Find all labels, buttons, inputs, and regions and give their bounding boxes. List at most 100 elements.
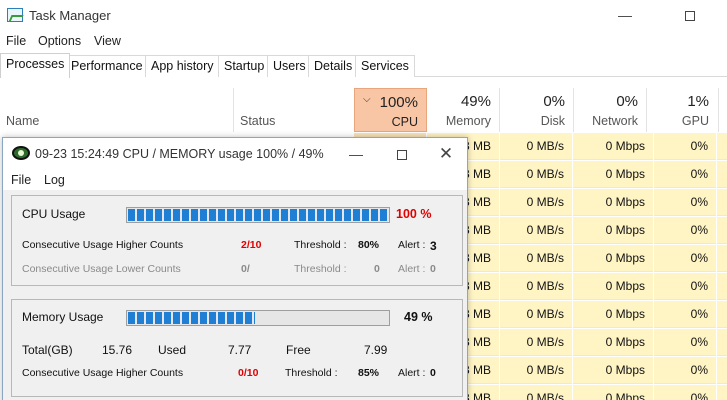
- tab-processes[interactable]: Processes: [0, 53, 71, 78]
- gpu-cell: 0%: [654, 273, 716, 300]
- tab-details[interactable]: Details: [308, 55, 359, 77]
- gpu-cell: 0%: [654, 133, 716, 160]
- column-network[interactable]: 0% Network: [574, 88, 646, 132]
- monitor-menu-log[interactable]: Log: [44, 173, 65, 187]
- tab-app-history[interactable]: App history: [145, 55, 220, 77]
- menu-view[interactable]: View: [94, 34, 121, 48]
- memory-higher-counts-label: Consecutive Usage Higher Counts: [22, 367, 184, 379]
- memory-total-value: 15.76: [102, 343, 133, 357]
- cpu-usage-panel: CPU Usage 100 % Consecutive Usage Higher…: [11, 195, 463, 286]
- cpu-lower-counts-value: 0/: [241, 263, 250, 275]
- overflow-cell: [717, 245, 727, 272]
- gpu-column-label: GPU: [681, 114, 709, 128]
- network-column-label: Network: [592, 114, 638, 128]
- gpu-cell: 0%: [654, 301, 716, 328]
- overflow-cell: [717, 273, 727, 300]
- menu-file[interactable]: File: [6, 34, 26, 48]
- memory-total-pct: 49%: [460, 93, 491, 110]
- gpu-cell: 0%: [654, 329, 716, 356]
- memory-usage-label: Memory Usage: [22, 310, 104, 324]
- network-cell: 0 Mbps: [573, 301, 653, 328]
- column-divider: [233, 88, 234, 132]
- cpu-higher-alert-label: Alert :: [398, 239, 426, 251]
- memory-higher-threshold-value: 85%: [358, 367, 380, 379]
- monitor-minimize-button[interactable]: —: [341, 143, 371, 165]
- gpu-cell: 0%: [654, 217, 716, 244]
- monitor-maximize-button[interactable]: [387, 143, 417, 165]
- usage-monitor-window: 09-23 15:24:49 CPU / MEMORY usage 100% /…: [2, 137, 468, 400]
- network-cell: 0 Mbps: [573, 357, 653, 384]
- network-cell: 0 Mbps: [573, 273, 653, 300]
- monitor-close-button[interactable]: ✕: [431, 143, 461, 165]
- disk-cell: 0 MB/s: [500, 189, 572, 216]
- network-cell: 0 Mbps: [573, 133, 653, 160]
- network-total-pct: 0%: [616, 93, 638, 110]
- memory-column-label: Memory: [445, 114, 491, 128]
- column-status[interactable]: Status: [240, 114, 275, 128]
- network-cell: 0 Mbps: [573, 217, 653, 244]
- tab-services[interactable]: Services: [355, 55, 415, 77]
- column-gpu[interactable]: 1% GPU: [647, 88, 717, 132]
- tab-startup[interactable]: Startup: [218, 55, 271, 77]
- process-table-header: Name Status ⌵ 100% CPU 49% Memory 0% Dis…: [0, 88, 727, 132]
- cpu-lower-counts-label: Consecutive Usage Lower Counts: [22, 263, 181, 275]
- column-disk[interactable]: 0% Disk: [500, 88, 573, 132]
- cpu-lower-alert-label: Alert :: [398, 263, 426, 275]
- cpu-higher-threshold-label: Threshold :: [294, 239, 347, 251]
- disk-cell: 0 MB/s: [500, 357, 572, 384]
- column-name[interactable]: Name: [6, 114, 39, 128]
- column-cpu[interactable]: ⌵ 100% CPU: [354, 88, 427, 132]
- maximize-icon: [397, 150, 407, 161]
- overflow-cell: [717, 161, 727, 188]
- overflow-cell: [717, 357, 727, 384]
- cpu-usage-label: CPU Usage: [22, 207, 86, 221]
- cpu-total-pct: 100%: [379, 94, 418, 111]
- memory-used-label: Used: [158, 343, 187, 357]
- disk-column-label: Disk: [540, 114, 565, 128]
- maximize-button[interactable]: [675, 4, 705, 26]
- memory-higher-alert-label: Alert :: [398, 367, 426, 379]
- window-title: Task Manager: [29, 8, 111, 23]
- overflow-cell: [717, 189, 727, 216]
- overflow-cell: [717, 385, 727, 400]
- disk-cell: 0 MB/s: [500, 329, 572, 356]
- maximize-icon: [685, 11, 695, 22]
- disk-cell: 0 MB/s: [500, 161, 572, 188]
- memory-used-value: 7.77: [228, 343, 252, 357]
- cpu-usage-percent: 100 %: [396, 207, 432, 221]
- column-memory[interactable]: 49% Memory: [428, 88, 499, 132]
- tab-users[interactable]: Users: [267, 55, 312, 77]
- cpu-higher-alert-value: 3: [430, 239, 437, 253]
- gpu-cell: 0%: [654, 161, 716, 188]
- monitor-titlebar[interactable]: 09-23 15:24:49 CPU / MEMORY usage 100% /…: [3, 138, 467, 170]
- memory-usage-bar-fill: [128, 312, 255, 324]
- memory-total-label: Total(GB): [22, 343, 73, 357]
- tab-strip: Processes Performance App history Startu…: [0, 53, 727, 78]
- network-cell: 0 Mbps: [573, 189, 653, 216]
- minimize-button[interactable]: —: [610, 4, 640, 26]
- network-cell: 0 Mbps: [573, 161, 653, 188]
- network-cell: 0 Mbps: [573, 329, 653, 356]
- cpu-column-label: CPU: [391, 115, 418, 129]
- overflow-cell: [717, 133, 727, 160]
- gpu-cell: 0%: [654, 245, 716, 272]
- memory-higher-threshold-label: Threshold :: [285, 367, 338, 379]
- memory-higher-counts-value: 0/10: [238, 367, 259, 379]
- cpu-higher-threshold-value: 80%: [358, 239, 380, 251]
- monitor-title: 09-23 15:24:49 CPU / MEMORY usage 100% /…: [35, 147, 324, 161]
- memory-free-label: Free: [286, 343, 311, 357]
- disk-cell: 0 MB/s: [500, 217, 572, 244]
- task-manager-titlebar: Task Manager —: [0, 0, 727, 30]
- gpu-cell: 0%: [654, 357, 716, 384]
- disk-total-pct: 0%: [543, 93, 565, 110]
- gpu-cell: 0%: [654, 189, 716, 216]
- overflow-cell: [717, 301, 727, 328]
- menu-options[interactable]: Options: [38, 34, 81, 48]
- memory-higher-alert-value: 0: [430, 367, 436, 379]
- disk-cell: 0 MB/s: [500, 245, 572, 272]
- menu-bar: File Options View: [0, 31, 727, 51]
- monitor-menu-file[interactable]: File: [11, 173, 31, 187]
- overflow-cell: [717, 329, 727, 356]
- disk-cell: 0 MB/s: [500, 385, 572, 400]
- tab-performance[interactable]: Performance: [65, 55, 149, 77]
